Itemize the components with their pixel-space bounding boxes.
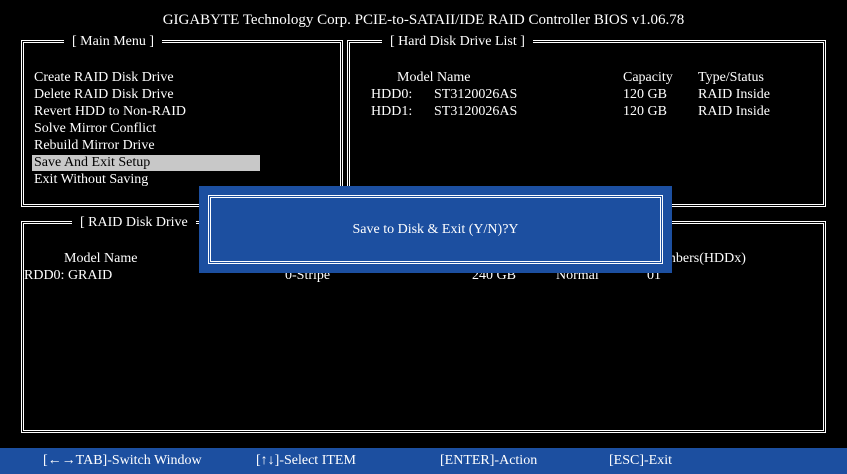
menu-item-delete-raid[interactable]: Delete RAID Disk Drive bbox=[32, 87, 176, 103]
hdd-row-0-id: HDD0: bbox=[371, 87, 413, 102]
menu-item-exit-no-save[interactable]: Exit Without Saving bbox=[32, 172, 150, 188]
main-menu-panel: [ Main Menu ] Create RAID Disk Drive Del… bbox=[21, 33, 343, 207]
bios-title: GIGABYTE Technology Corp. PCIE-to-SATAII… bbox=[162, 12, 685, 28]
hdd-row-0-model: ST3120026AS bbox=[434, 87, 518, 102]
hdd-header-capacity: Capacity bbox=[623, 70, 673, 85]
hdd-header-type: Type/Status bbox=[698, 70, 764, 85]
raid-header-model: Model Name bbox=[64, 251, 138, 266]
hdd-list-panel: [ Hard Disk Drive List ] Model Name Capa… bbox=[347, 33, 826, 207]
raid-row-0-name: RDD0: GRAID bbox=[24, 268, 113, 283]
hdd-row-0-capacity: 120 GB bbox=[623, 87, 667, 102]
save-exit-dialog[interactable]: Save to Disk & Exit (Y/N)?Y bbox=[199, 186, 672, 273]
menu-item-save-exit[interactable]: Save And Exit Setup bbox=[32, 155, 260, 171]
menu-item-rebuild-mirror[interactable]: Rebuild Mirror Drive bbox=[32, 138, 157, 154]
main-menu-title: [ Main Menu ] bbox=[64, 33, 163, 51]
menu-item-solve-mirror[interactable]: Solve Mirror Conflict bbox=[32, 121, 158, 137]
footer-select-item: [↑↓]-Select ITEM bbox=[256, 453, 356, 468]
raid-list-title: [ RAID Disk Drive bbox=[72, 214, 196, 232]
hdd-list-title: [ Hard Disk Drive List ] bbox=[382, 33, 533, 51]
hdd-row-1-type: RAID Inside bbox=[698, 104, 770, 119]
footer-exit: [ESC]-Exit bbox=[609, 453, 672, 468]
hdd-header-model: Model Name bbox=[397, 70, 471, 85]
hdd-row-1-id: HDD1: bbox=[371, 104, 413, 119]
footer-bar: [←→TAB]-Switch Window [↑↓]-Select ITEM [… bbox=[0, 448, 847, 474]
raid-header-members: mbers(HDDx) bbox=[665, 251, 746, 266]
footer-action: [ENTER]-Action bbox=[440, 453, 538, 468]
bios-screen: GIGABYTE Technology Corp. PCIE-to-SATAII… bbox=[0, 0, 847, 474]
hdd-row-0-type: RAID Inside bbox=[698, 87, 770, 102]
menu-item-create-raid[interactable]: Create RAID Disk Drive bbox=[32, 70, 176, 86]
hdd-row-1-model: ST3120026AS bbox=[434, 104, 518, 119]
menu-item-revert-hdd[interactable]: Revert HDD to Non-RAID bbox=[32, 104, 188, 120]
hdd-row-1-capacity: 120 GB bbox=[623, 104, 667, 119]
footer-switch-window: [←→TAB]-Switch Window bbox=[43, 453, 202, 468]
dialog-message: Save to Disk & Exit (Y/N)?Y bbox=[352, 222, 519, 237]
